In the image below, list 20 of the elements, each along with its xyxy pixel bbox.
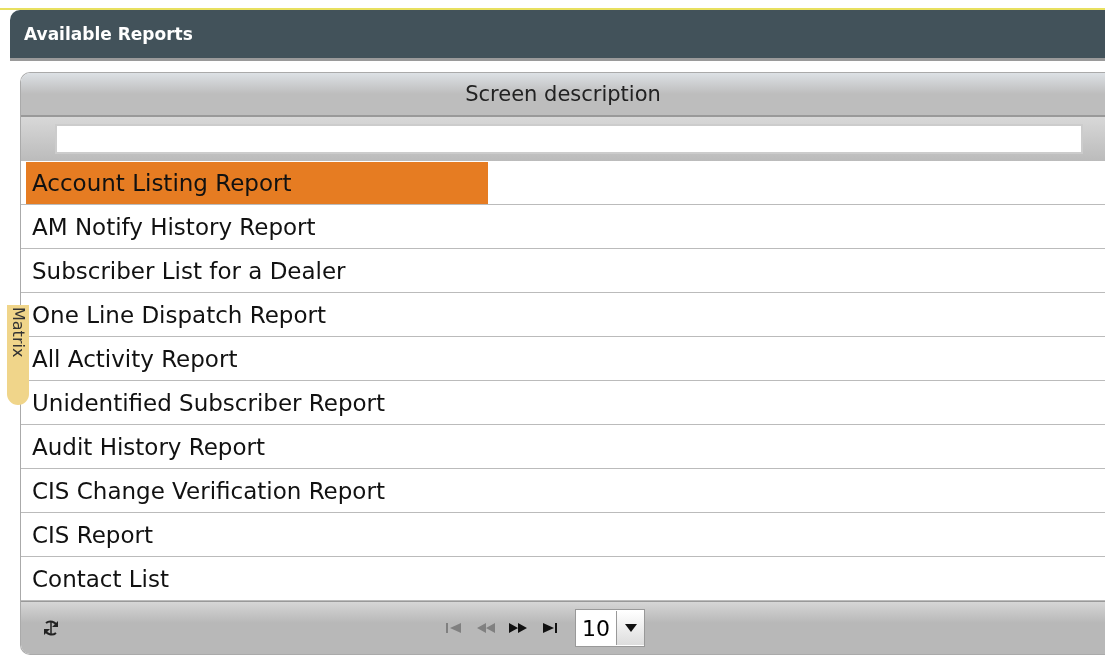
report-row[interactable]: Account Listing Report xyxy=(26,161,488,204)
column-title: Screen description xyxy=(465,82,661,106)
caret-icon xyxy=(624,624,637,632)
filter-field[interactable] xyxy=(55,124,1083,154)
side-tab[interactable]: Matrix xyxy=(7,305,29,405)
report-row[interactable]: All Activity Report xyxy=(26,337,488,380)
refresh-icon[interactable] xyxy=(41,618,61,638)
page-size-select[interactable]: 10 xyxy=(575,609,645,647)
report-row[interactable]: CIS Report xyxy=(26,513,488,556)
report-row[interactable]: Unidentified Subscriber Report xyxy=(26,381,488,424)
column-header[interactable]: Screen description xyxy=(21,73,1105,117)
report-row[interactable]: Audit History Report xyxy=(26,425,488,468)
report-row[interactable]: CIS Change Verification Report xyxy=(26,469,488,512)
next-page-button[interactable] xyxy=(507,620,529,636)
window-title: Available Reports xyxy=(24,24,193,44)
report-row[interactable]: AM Notify History Report xyxy=(26,205,488,248)
report-row[interactable]: Contact List xyxy=(26,557,488,600)
report-row[interactable]: Subscriber List for a Dealer xyxy=(26,249,488,292)
report-row[interactable]: One Line Dispatch Report xyxy=(26,293,488,336)
dropdown-button[interactable] xyxy=(616,611,644,645)
